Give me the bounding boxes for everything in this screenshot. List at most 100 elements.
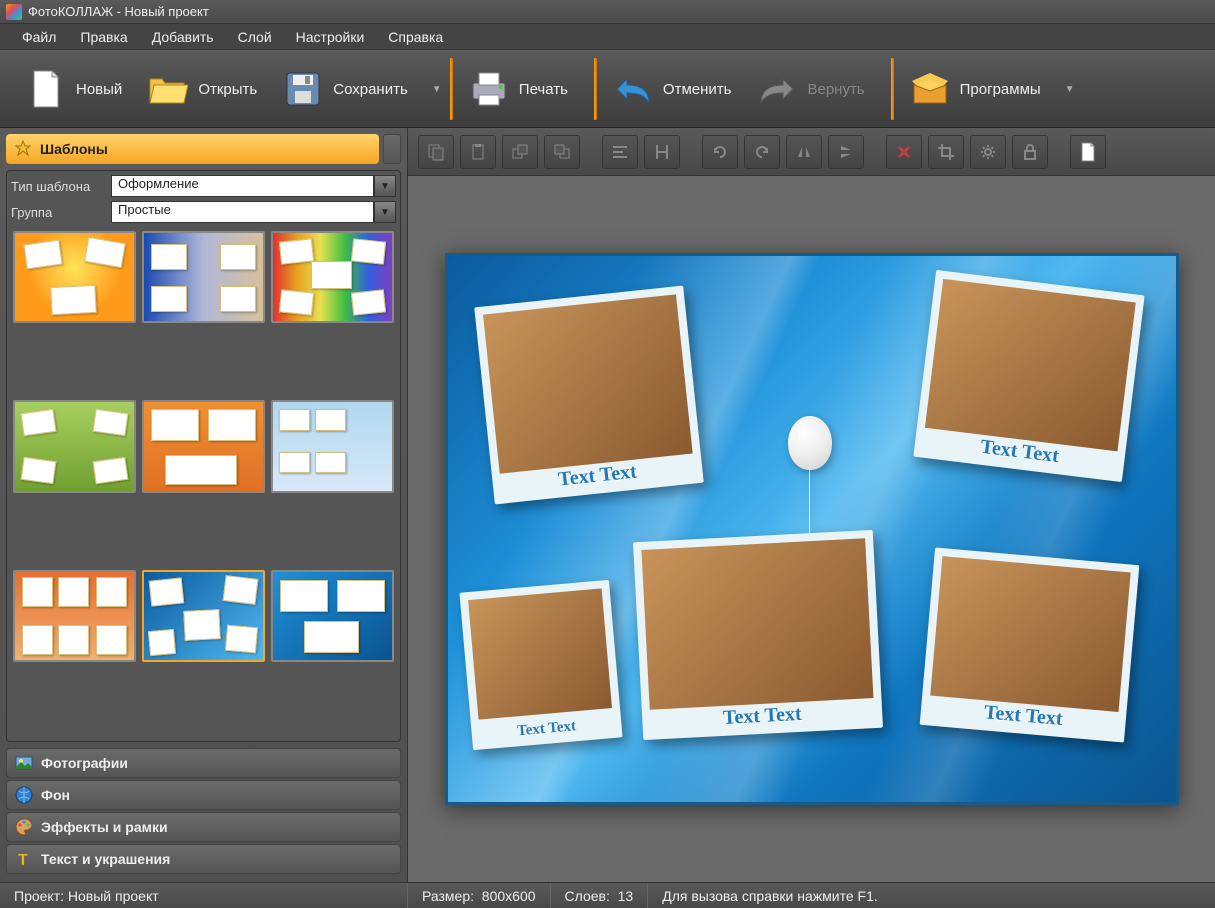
template-type-label: Тип шаблона xyxy=(11,179,103,194)
crop-button[interactable] xyxy=(928,135,964,169)
redo-label: Вернуть xyxy=(807,81,864,98)
collage-canvas[interactable]: Text Text Text Text Text Text Text Text … xyxy=(445,253,1179,805)
section-collapse[interactable] xyxy=(383,134,401,164)
redo-button[interactable]: Вернуть xyxy=(749,61,882,117)
menu-layer[interactable]: Слой xyxy=(226,25,284,49)
redo-icon xyxy=(757,69,797,109)
menu-help[interactable]: Справка xyxy=(376,25,455,49)
polaroid-frame[interactable]: Text Text xyxy=(459,580,622,750)
statusbar: Проект: Новый проект Размер: 800x600 Сло… xyxy=(0,882,1215,908)
star-icon xyxy=(14,140,32,158)
rotate-right-button[interactable] xyxy=(744,135,780,169)
settings-button[interactable] xyxy=(970,135,1006,169)
menu-add[interactable]: Добавить xyxy=(140,25,226,49)
print-label: Печать xyxy=(519,81,568,98)
lock-button[interactable] xyxy=(1012,135,1048,169)
section-background[interactable]: Фон xyxy=(6,780,401,810)
template-thumb[interactable] xyxy=(142,570,265,662)
template-thumb[interactable] xyxy=(13,400,136,492)
new-page-button[interactable] xyxy=(1070,135,1106,169)
section-templates[interactable]: Шаблоны xyxy=(6,134,379,164)
photo-slot[interactable] xyxy=(468,588,612,719)
templates-label: Шаблоны xyxy=(40,141,108,157)
main-toolbar: Новый Открыть Сохранить ▼ Печать xyxy=(0,50,1215,128)
polaroid-caption[interactable]: Text Text xyxy=(471,714,622,744)
rotate-left-button[interactable] xyxy=(702,135,738,169)
bring-front-button[interactable] xyxy=(502,135,538,169)
template-thumb[interactable] xyxy=(142,231,265,323)
canvas-area: Text Text Text Text Text Text Text Text … xyxy=(408,128,1215,882)
polaroid-frame[interactable]: Text Text xyxy=(913,270,1144,482)
titlebar: ФотоКОЛЛАЖ - Новый проект xyxy=(0,0,1215,24)
align-button[interactable] xyxy=(602,135,638,169)
polaroid-frame[interactable]: Text Text xyxy=(632,530,882,740)
template-thumb[interactable] xyxy=(271,400,394,492)
palette-icon xyxy=(15,818,33,836)
menubar: Файл Правка Добавить Слой Настройки Спра… xyxy=(0,24,1215,50)
effects-label: Эффекты и рамки xyxy=(41,819,168,835)
copy-button[interactable] xyxy=(418,135,454,169)
section-photos[interactable]: Фотографии xyxy=(6,748,401,778)
template-group-select[interactable]: Простые xyxy=(111,201,374,223)
paste-button[interactable] xyxy=(460,135,496,169)
photo-slot[interactable] xyxy=(924,279,1135,452)
delete-button[interactable] xyxy=(886,135,922,169)
app-icon xyxy=(6,4,22,20)
undo-button[interactable]: Отменить xyxy=(605,61,750,117)
flip-h-button[interactable] xyxy=(786,135,822,169)
toolbar-separator xyxy=(891,58,894,120)
template-thumb[interactable] xyxy=(13,231,136,323)
save-icon xyxy=(283,69,323,109)
menu-file[interactable]: Файл xyxy=(10,25,68,49)
balloon-decoration[interactable] xyxy=(788,416,832,470)
globe-icon xyxy=(15,786,33,804)
template-thumb[interactable] xyxy=(142,400,265,492)
polaroid-frame[interactable]: Text Text xyxy=(919,547,1139,742)
template-group-dropdown[interactable]: ▼ xyxy=(374,201,396,223)
undo-label: Отменить xyxy=(663,81,732,98)
section-effects[interactable]: Эффекты и рамки xyxy=(6,812,401,842)
status-help: Для вызова справки нажмите F1. xyxy=(648,883,1215,908)
new-label: Новый xyxy=(76,81,122,98)
template-group-label: Группа xyxy=(11,205,103,220)
programs-button[interactable]: Программы xyxy=(902,61,1059,117)
template-thumb[interactable] xyxy=(271,570,394,662)
photo-slot[interactable] xyxy=(930,556,1130,712)
open-button[interactable]: Открыть xyxy=(140,61,275,117)
background-label: Фон xyxy=(41,787,70,803)
print-icon xyxy=(469,69,509,109)
text-icon: T xyxy=(15,850,33,868)
photo-icon xyxy=(15,754,33,772)
distribute-button[interactable] xyxy=(644,135,680,169)
save-button[interactable]: Сохранить xyxy=(275,61,426,117)
window-title: ФотоКОЛЛАЖ - Новый проект xyxy=(28,4,209,19)
canvas-viewport[interactable]: Text Text Text Text Text Text Text Text … xyxy=(408,176,1215,882)
template-type-dropdown[interactable]: ▼ xyxy=(374,175,396,197)
photo-slot[interactable] xyxy=(483,294,693,473)
programs-label: Программы xyxy=(960,81,1041,98)
file-new-icon xyxy=(26,69,66,109)
box-icon xyxy=(910,69,950,109)
menu-settings[interactable]: Настройки xyxy=(284,25,377,49)
send-back-button[interactable] xyxy=(544,135,580,169)
undo-icon xyxy=(613,69,653,109)
template-thumb[interactable] xyxy=(271,231,394,323)
template-type-select[interactable]: Оформление xyxy=(111,175,374,197)
templates-grid xyxy=(11,227,396,737)
toolbar-separator xyxy=(594,58,597,120)
menu-edit[interactable]: Правка xyxy=(68,25,139,49)
status-layers: Слоев: 13 xyxy=(551,883,649,908)
flip-v-button[interactable] xyxy=(828,135,864,169)
save-label: Сохранить xyxy=(333,81,408,98)
photos-label: Фотографии xyxy=(41,755,128,771)
toolbar-separator xyxy=(450,58,453,120)
template-thumb[interactable] xyxy=(13,570,136,662)
photo-slot[interactable] xyxy=(641,538,873,710)
programs-dropdown[interactable]: ▼ xyxy=(1065,84,1075,95)
polaroid-frame[interactable]: Text Text xyxy=(474,286,704,505)
save-dropdown[interactable]: ▼ xyxy=(432,84,442,95)
new-button[interactable]: Новый xyxy=(18,61,140,117)
print-button[interactable]: Печать xyxy=(461,61,586,117)
status-project: Проект: Новый проект xyxy=(0,883,408,908)
section-text[interactable]: T Текст и украшения xyxy=(6,844,401,874)
